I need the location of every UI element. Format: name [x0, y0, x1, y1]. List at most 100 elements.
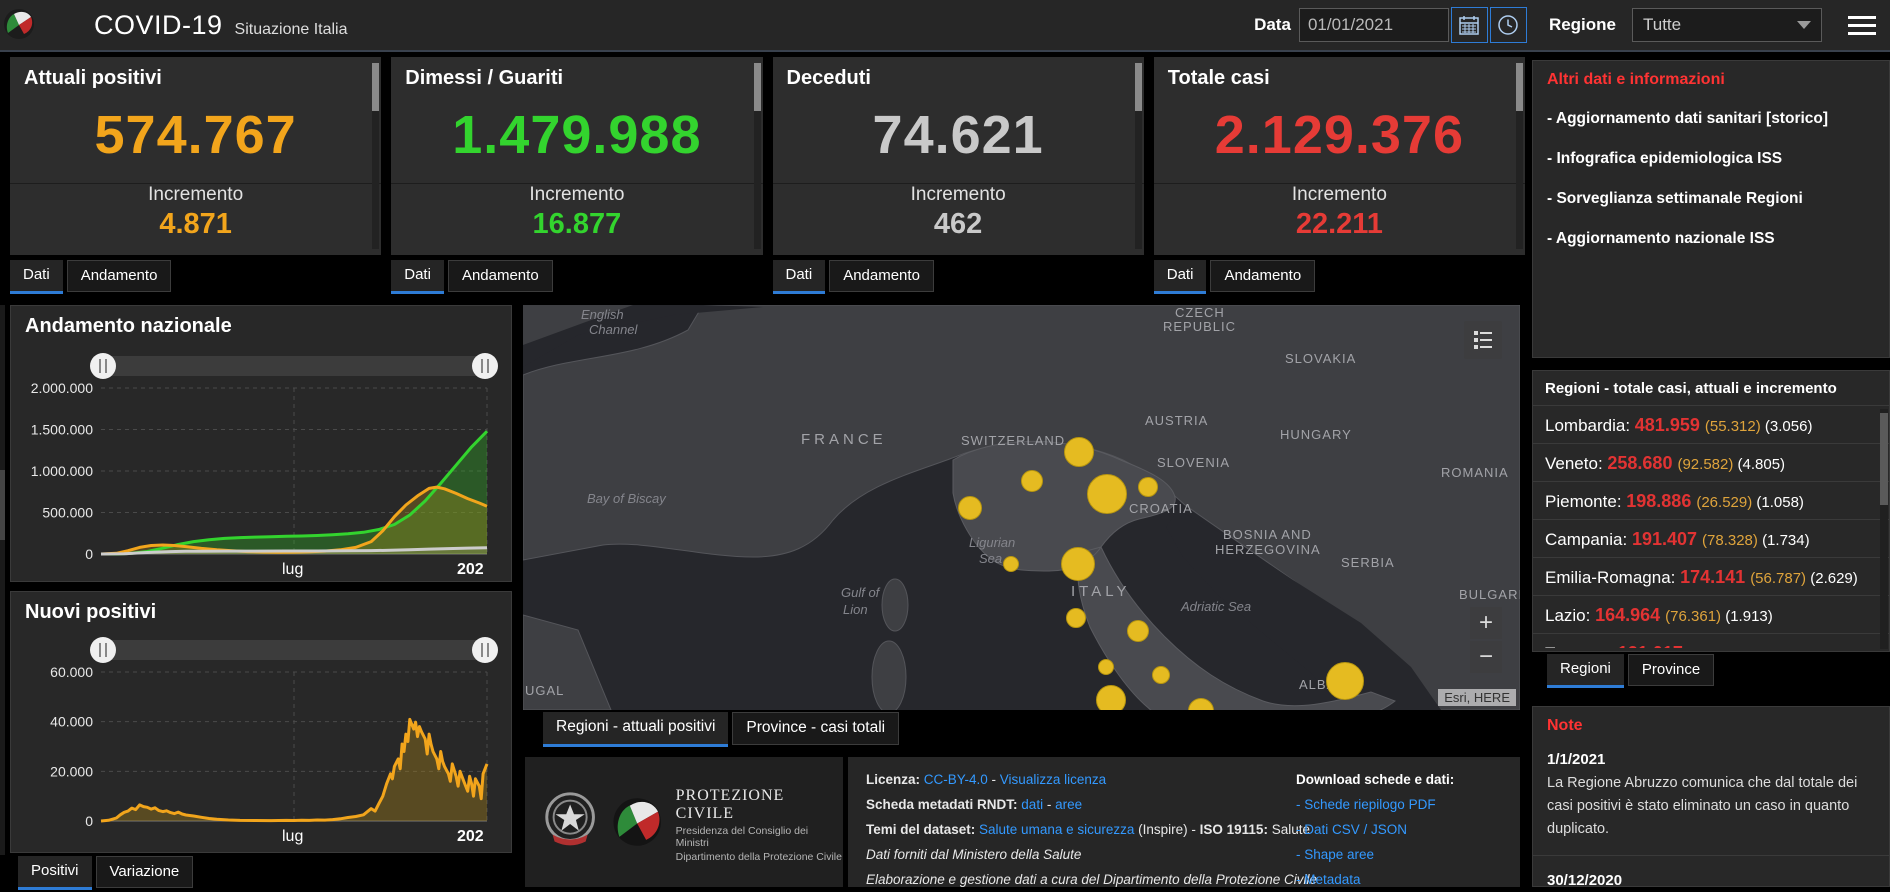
regioni-scrollbar[interactable]: [1880, 409, 1888, 649]
altri-dati-link[interactable]: - Infografica epidemiologica ISS: [1547, 149, 1875, 169]
range-slider-handle-right[interactable]: [472, 637, 498, 663]
region-totale: 258.680: [1607, 453, 1678, 473]
card-scrollbar-thumb[interactable]: [1134, 63, 1142, 111]
note-panel: Note 1/1/2021 La Regione Abruzzo comunica…: [1532, 706, 1890, 889]
page-title: COVID-19: [94, 9, 223, 40]
tab-dati[interactable]: Dati: [10, 260, 63, 294]
card-scrollbar-thumb[interactable]: [1516, 63, 1523, 111]
regioni-tab-province[interactable]: Province: [1627, 654, 1715, 686]
region-incremento: (2.629): [1810, 570, 1858, 587]
map-label-slovenia: SLOVENIA: [1157, 455, 1231, 470]
region-bubble-1[interactable]: [1021, 470, 1043, 492]
nuovi-positivi-chart[interactable]: 0 20.000 40.000 60.000 lug 202: [21, 632, 499, 847]
tab-andamento[interactable]: Andamento: [1210, 260, 1316, 292]
tab-andamento[interactable]: Andamento: [447, 260, 553, 292]
layers-icon[interactable]: [1464, 321, 1502, 359]
download-link[interactable]: - Metadata: [1296, 867, 1516, 892]
date-label: Data: [1254, 15, 1291, 34]
footer-link[interactable]: aree: [1055, 797, 1082, 812]
region-bubble-3[interactable]: [1138, 477, 1158, 497]
map-label-lion: Lion: [843, 602, 868, 617]
tab-dati[interactable]: Dati: [1153, 260, 1207, 294]
svg-text:1.500.000: 1.500.000: [31, 422, 93, 438]
region-bubble-8[interactable]: [1127, 620, 1149, 642]
altri-dati-link[interactable]: - Aggiornamento nazionale ISS: [1547, 229, 1875, 249]
map-tabs: Regioni - attuali positivi Province - cas…: [543, 712, 903, 747]
card-deceduti: Deceduti 74.621 Incremento 462: [772, 57, 1144, 255]
org-line1: Presidenza del Consiglio dei Ministri: [675, 825, 809, 849]
date-input[interactable]: [1298, 8, 1449, 42]
svg-text:202: 202: [457, 828, 484, 845]
download-link[interactable]: - Dati CSV / JSON: [1296, 817, 1516, 842]
altri-dati-link[interactable]: - Sorveglianza settimanale Regioni: [1547, 189, 1875, 209]
calendar-button[interactable]: [1450, 7, 1488, 43]
header-controls: Data Regi: [1254, 7, 1876, 43]
map-tab-province-casi-totali[interactable]: Province - casi totali: [732, 712, 900, 745]
andamento-chart[interactable]: 0 500.000 1.000.000 1.500.000 2.000.000 lug 20…: [21, 348, 499, 580]
tab-dati[interactable]: Dati: [772, 260, 826, 294]
footer-link[interactable]: Salute umana e sicurezza: [979, 822, 1134, 837]
region-bubble-2[interactable]: [1087, 474, 1127, 514]
italy-map[interactable]: English Channel CZECH REPUBLIC SLOVAKIA AUSTR…: [523, 305, 1520, 710]
download-link[interactable]: - Shape aree: [1296, 842, 1516, 867]
altri-dati-link[interactable]: - Aggiornamento dati sanitari [storico]: [1547, 109, 1875, 129]
map-label-italy: ITALY: [1071, 583, 1131, 600]
download-link[interactable]: - Schede riepilogo PDF: [1296, 792, 1516, 817]
region-bubble-7[interactable]: [1066, 608, 1086, 628]
region-bubble-11[interactable]: [1152, 666, 1170, 684]
region-select-value: Tutte: [1643, 15, 1682, 34]
time-button[interactable]: [1489, 7, 1527, 43]
zoom-in-button[interactable]: +: [1470, 607, 1502, 639]
card-divider: [391, 183, 763, 184]
tab-andamento[interactable]: Andamento: [66, 260, 172, 292]
range-slider-track[interactable]: [101, 356, 487, 376]
region-row-toscana: Toscana: 121.017 (8.916) (753): [1533, 634, 1889, 648]
footer-logo-box: PROTEZIONE CIVILE Presidenza del Consigl…: [525, 757, 843, 887]
range-slider-handle-left[interactable]: [90, 637, 116, 663]
card-cell: Dimessi / Guariti 1.479.988 Incremento 16.8…: [391, 57, 763, 294]
menu-icon[interactable]: [1848, 11, 1876, 40]
andamento-title: Andamento nazionale: [25, 315, 232, 337]
region-bubble-0[interactable]: [1064, 437, 1094, 467]
nuovi-positivi-panel: Nuovi positivi 0 20.000 40.000 60.000 lug 202: [10, 591, 512, 853]
card-title: Attuali positivi: [24, 67, 162, 89]
region-bubble-5[interactable]: [1003, 556, 1019, 572]
card-scrollbar-thumb[interactable]: [372, 63, 380, 111]
map-tab-regioni-attuali-positivi[interactable]: Regioni - attuali positivi: [543, 712, 729, 747]
region-row-lazio: Lazio: 164.964 (76.361) (1.913): [1533, 596, 1889, 634]
note-text: La Regione Abruzzo comunica che dal tota…: [1547, 775, 1858, 837]
range-slider-handle-right[interactable]: [472, 353, 498, 379]
tab-dati[interactable]: Dati: [391, 260, 444, 294]
altri-dati-panel: Altri dati e informazioni - Aggiornament…: [1532, 60, 1890, 358]
region-bubble-6[interactable]: [1061, 547, 1095, 581]
footer-link[interactable]: dati: [1021, 797, 1043, 812]
nuovi-tab-variazione[interactable]: Variazione: [95, 856, 194, 888]
calendar-icon: [1459, 16, 1480, 35]
region-bubble-4[interactable]: [958, 496, 982, 520]
tab-andamento[interactable]: Andamento: [829, 260, 934, 292]
chevron-down-icon: [1797, 21, 1811, 29]
org-name: PROTEZIONE CIVILE: [675, 787, 785, 822]
footer-link[interactable]: Visualizza licenza: [1000, 772, 1106, 787]
increment-value: 462: [933, 208, 983, 240]
region-attuali: (55.312): [1704, 418, 1765, 435]
zoom-out-button[interactable]: −: [1470, 641, 1502, 673]
regioni-tab-regioni[interactable]: Regioni: [1547, 654, 1624, 688]
region-incremento: (753): [1740, 646, 1775, 648]
card-cell: Attuali positivi 574.767 Incremento 4.871 Da…: [10, 57, 382, 294]
region-bubble-13[interactable]: [1326, 662, 1364, 700]
region-bubble-9[interactable]: [1098, 659, 1114, 675]
nuovi-tab-positivi[interactable]: Positivi: [18, 856, 92, 890]
range-slider-handle-left[interactable]: [90, 353, 116, 379]
region-select[interactable]: Tutte: [1632, 8, 1822, 42]
card-scrollbar-thumb[interactable]: [753, 63, 761, 111]
range-slider-track[interactable]: [101, 640, 487, 660]
svg-text:0: 0: [85, 813, 93, 829]
region-bubble-10[interactable]: [1096, 685, 1126, 710]
region-name: Piemonte:: [1545, 492, 1627, 511]
card-tabs: Dati Andamento: [10, 260, 381, 294]
footer-link[interactable]: CC-BY-4.0: [924, 772, 988, 787]
left-scrollbar[interactable]: [0, 305, 5, 855]
region-row-veneto: Veneto: 258.680 (92.582) (4.805): [1533, 444, 1889, 482]
region-totale: 191.407: [1631, 529, 1703, 549]
